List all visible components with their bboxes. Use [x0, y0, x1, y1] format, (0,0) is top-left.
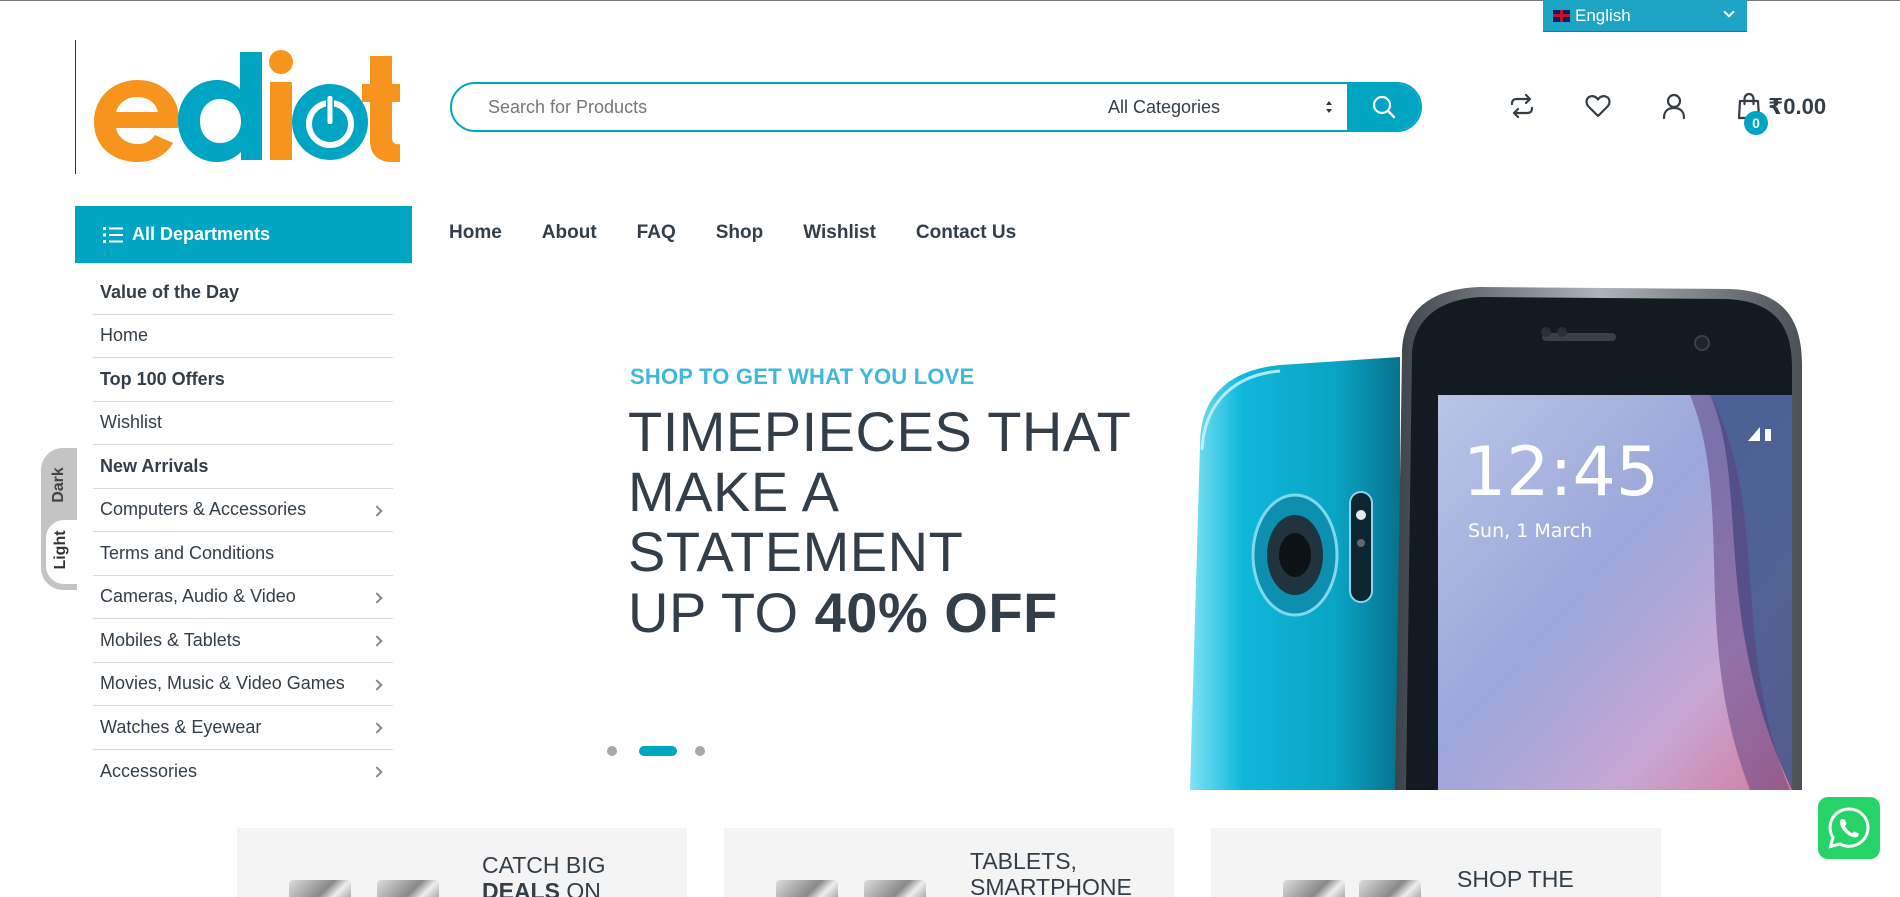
chevron-right-icon	[371, 678, 383, 691]
promo-product-image	[776, 880, 838, 897]
logo-divider	[75, 40, 76, 174]
dept-item-label: Movies, Music & Video Games	[100, 673, 345, 694]
dept-item-watches-eyewear[interactable]: Watches & Eyewear	[93, 706, 393, 750]
dept-item-value-of-the-day[interactable]: Value of the Day	[93, 271, 393, 315]
theme-light-option[interactable]: Light	[52, 526, 70, 574]
hero-eyebrow: SHOP TO GET WHAT YOU LOVE	[630, 364, 975, 389]
hero-title: TIMEPIECES THAT MAKE A STATEMENT	[628, 402, 1131, 582]
main-nav: Home About FAQ Shop Wishlist Contact Us	[449, 222, 1056, 244]
dept-item-cameras-audio-video[interactable]: Cameras, Audio & Video	[93, 576, 393, 619]
dept-item-home[interactable]: Home	[93, 315, 393, 358]
dept-item-label: Value of the Day	[100, 281, 240, 302]
dept-item-mobiles-tablets[interactable]: Mobiles & Tablets	[93, 619, 393, 663]
all-departments-button[interactable]: All Departments	[75, 206, 412, 263]
slider-dot-3[interactable]	[695, 746, 705, 756]
chevron-right-icon	[371, 765, 383, 778]
search-button[interactable]	[1347, 84, 1420, 130]
promo-text: SHOP THE	[1457, 866, 1574, 892]
departments-list: Value of the Day Home Top 100 Offers Wis…	[93, 271, 393, 793]
dept-item-wishlist[interactable]: Wishlist	[93, 402, 393, 445]
hero-offer: UP TO 40% OFF	[628, 582, 1058, 644]
nav-home[interactable]: Home	[449, 222, 502, 244]
promo-line1: CATCH BIG	[482, 852, 606, 878]
dept-item-terms-and-conditions[interactable]: Terms and Conditions	[93, 532, 393, 576]
promo-text: TABLETS, SMARTPHONE	[970, 848, 1132, 897]
dept-item-label: Home	[100, 325, 149, 346]
dept-item-computers-accessories[interactable]: Computers & Accessories	[93, 489, 393, 532]
promo-card-tablets[interactable]: TABLETS, SMARTPHONE	[724, 828, 1174, 897]
dept-item-accessories[interactable]: Accessories	[93, 750, 393, 794]
chevron-right-icon	[371, 591, 383, 604]
dept-item-label: Cameras, Audio & Video	[100, 586, 296, 607]
promo-product-image	[1359, 880, 1421, 897]
dept-item-label: Computers & Accessories	[100, 499, 307, 520]
search-bar: All Categories	[450, 82, 1422, 132]
dept-item-label: New Arrivals	[100, 455, 209, 476]
uk-flag-icon	[1553, 9, 1570, 22]
chevron-down-icon	[1723, 6, 1735, 18]
promo-line2-rest: ON	[566, 878, 601, 897]
nav-shop[interactable]: Shop	[716, 222, 764, 244]
dept-item-label: Terms and Conditions	[100, 542, 275, 563]
hero-title-line: MAKE A	[628, 460, 840, 523]
promo-product-image	[289, 880, 351, 897]
promo-card-shop[interactable]: SHOP THE	[1211, 828, 1661, 897]
slider-dot-1[interactable]	[607, 746, 617, 756]
theme-toggle[interactable]: Dark Light	[41, 448, 77, 590]
edit-logo[interactable]	[90, 42, 400, 162]
hero-offer-prefix: UP TO	[628, 581, 799, 644]
nav-contact-us[interactable]: Contact Us	[916, 222, 1016, 244]
promo-line1: TABLETS,	[970, 848, 1077, 874]
promo-product-image	[377, 880, 439, 897]
hero-title-line: TIMEPIECES THAT	[628, 400, 1132, 463]
hero-phone-image: 12:45 Sun, 1 March	[1190, 287, 1802, 790]
category-select[interactable]: All Categories	[1062, 84, 1347, 130]
language-label: English	[1575, 5, 1631, 25]
cart-count-badge: 0	[1744, 111, 1768, 135]
updown-icon	[1326, 101, 1332, 113]
list-icon	[103, 226, 123, 243]
dept-item-top-100-offers[interactable]: Top 100 Offers	[93, 358, 393, 402]
dept-item-label: Wishlist	[100, 412, 162, 433]
dept-item-label: Watches & Eyewear	[100, 716, 262, 737]
language-selector[interactable]: English	[1543, 0, 1747, 32]
hero-offer-value: 40% OFF	[814, 581, 1058, 644]
dept-item-label: Top 100 Offers	[100, 368, 225, 389]
nav-about[interactable]: About	[542, 222, 597, 244]
promo-product-image	[864, 880, 926, 897]
user-icon[interactable]	[1660, 92, 1688, 120]
whatsapp-button[interactable]	[1818, 797, 1880, 859]
dept-item-movies-music-games[interactable]: Movies, Music & Video Games	[93, 663, 393, 706]
slider-dots	[607, 746, 705, 756]
promo-card-deals[interactable]: CATCH BIG DEALS ON	[237, 828, 687, 897]
nav-wishlist[interactable]: Wishlist	[803, 222, 876, 244]
hero-title-line: STATEMENT	[628, 520, 964, 583]
dept-item-new-arrivals[interactable]: New Arrivals	[93, 445, 393, 489]
nav-faq[interactable]: FAQ	[637, 222, 676, 244]
cart-total[interactable]: ₹0.00	[1768, 94, 1826, 120]
theme-dark-option[interactable]: Dark	[50, 461, 68, 509]
phone-time: 12:45	[1463, 433, 1659, 512]
chevron-right-icon	[371, 722, 383, 734]
promo-line2-rest: SMARTPHONE	[970, 874, 1132, 897]
phone-date: Sun, 1 March	[1468, 520, 1592, 542]
dept-item-label: Accessories	[100, 760, 198, 781]
search-icon	[1372, 95, 1395, 119]
chevron-right-icon	[371, 504, 383, 517]
all-departments-label: All Departments	[132, 224, 271, 244]
slider-dot-2[interactable]	[639, 746, 677, 756]
whatsapp-icon	[1828, 807, 1870, 849]
dept-item-label: Mobiles & Tablets	[100, 629, 241, 650]
compare-icon[interactable]	[1508, 92, 1536, 120]
promo-line2-bold: DEALS	[482, 878, 560, 897]
promo-product-image	[1283, 880, 1345, 897]
search-input[interactable]	[452, 84, 1062, 130]
promo-line1: SHOP THE	[1457, 866, 1574, 892]
heart-icon[interactable]	[1584, 92, 1612, 120]
chevron-right-icon	[371, 635, 383, 647]
promo-text: CATCH BIG DEALS ON	[482, 852, 606, 897]
category-select-value: All Categories	[1108, 96, 1221, 117]
